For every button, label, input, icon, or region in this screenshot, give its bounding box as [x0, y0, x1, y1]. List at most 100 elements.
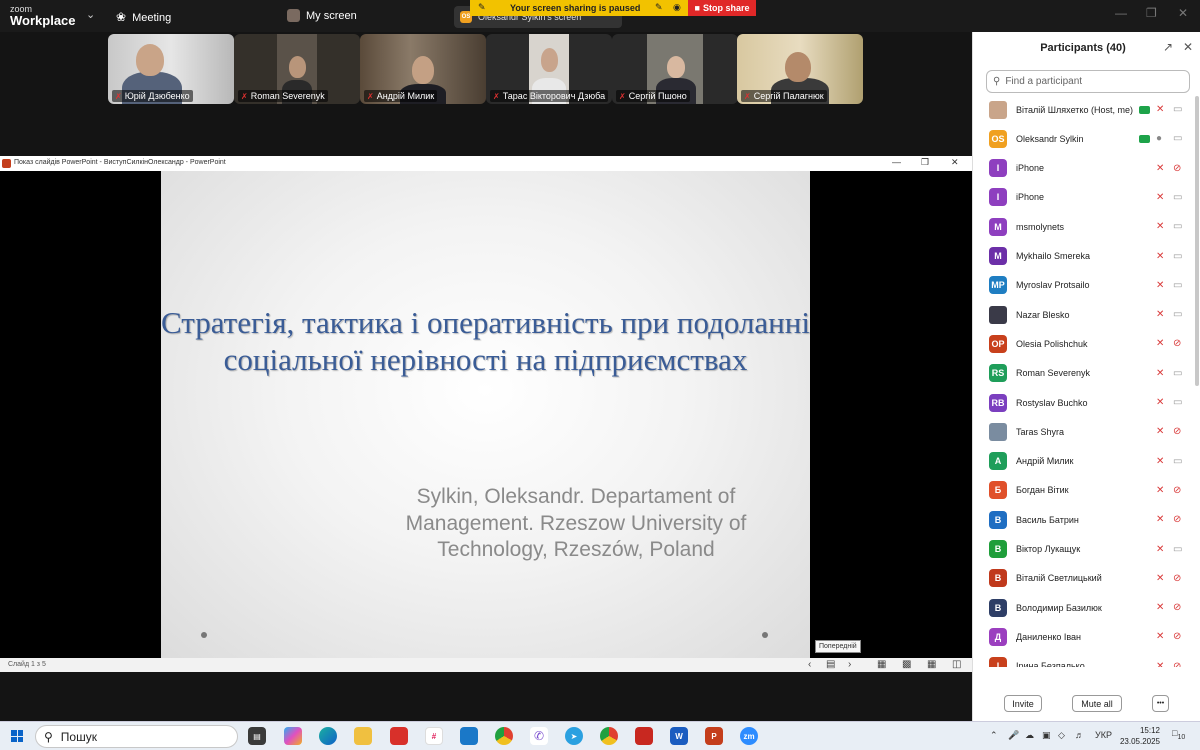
maximize-icon[interactable]: ❐ [1146, 6, 1157, 20]
participant-row[interactable]: IiPhone ✕ ▭ [973, 183, 1193, 212]
mic-off-icon[interactable]: ✕ [1156, 163, 1164, 174]
mic-off-icon[interactable]: ✕ [1156, 573, 1164, 584]
my-screen-button[interactable]: My screen [287, 9, 357, 22]
mic-off-icon[interactable]: ✕ [1156, 368, 1164, 379]
mic-icon[interactable]: ● [1156, 133, 1162, 144]
powerpoint-icon[interactable]: P [705, 727, 723, 745]
video-tile[interactable]: ✗ Roman Severenyk [234, 34, 360, 104]
mic-off-icon[interactable]: ✕ [1156, 309, 1164, 320]
invite-button[interactable]: Invite [1004, 695, 1042, 712]
participant-row[interactable]: І Ірина Безпалько ✕ ⊘ [973, 652, 1193, 667]
word-icon[interactable]: W [670, 727, 688, 745]
pop-out-icon[interactable]: ↗ [1163, 40, 1173, 54]
language-indicator[interactable]: УКР [1095, 730, 1112, 740]
more-button[interactable]: ••• [1152, 695, 1169, 712]
slack-icon[interactable]: # [425, 727, 443, 745]
chevron-down-icon[interactable]: ⌄ [86, 8, 95, 21]
next-slide-button[interactable]: › [848, 659, 851, 670]
copilot-icon[interactable] [284, 727, 302, 745]
camera-off-icon[interactable]: ⊘ [1173, 338, 1181, 349]
participant-row[interactable]: RS Roman Severenyk ✕ ▭ [973, 359, 1193, 388]
minimize-icon[interactable]: — [892, 157, 901, 167]
viber-icon[interactable]: ✆ [530, 727, 548, 745]
participant-row[interactable]: OS Oleksandr Sylkin ● ▭ [973, 124, 1193, 153]
camera-icon[interactable]: ▭ [1173, 251, 1182, 262]
participant-row[interactable]: В Віктор Лукащук ✕ ▭ [973, 535, 1193, 564]
mic-icon[interactable]: ✎ [478, 2, 486, 13]
scrollbar[interactable] [1195, 96, 1199, 386]
mic-off-icon[interactable]: ✕ [1156, 426, 1164, 437]
participant-row[interactable]: OP Olesia Polishchuk ✕ ⊘ [973, 329, 1193, 358]
app-icon[interactable] [390, 727, 408, 745]
mic-icon[interactable]: ✎ [655, 2, 663, 13]
slide-sorter-icon[interactable]: ▩ [902, 659, 911, 670]
participant-row[interactable]: В Володимир Базилюк ✕ ⊘ [973, 593, 1193, 622]
participant-row[interactable]: MP Myroslav Protsailo ✕ ▭ [973, 271, 1193, 300]
camera-off-icon[interactable]: ⊘ [1173, 631, 1181, 642]
participant-row[interactable]: RB Rostyslav Buchko ✕ ▭ [973, 388, 1193, 417]
slide-menu-icon[interactable]: ▤ [826, 659, 835, 670]
mic-off-icon[interactable]: ✕ [1156, 661, 1164, 667]
video-tile[interactable]: ✗ Юрій Дзюбенко [108, 34, 234, 104]
network-icon[interactable]: ◇ [1058, 730, 1065, 741]
camera-icon[interactable]: ▭ [1173, 368, 1182, 379]
participant-row[interactable]: Б Богдан Вітик ✕ ⊘ [973, 476, 1193, 505]
camera-off-icon[interactable]: ⊘ [1173, 485, 1181, 496]
camera-icon[interactable]: ▭ [1173, 221, 1182, 232]
camera-off-icon[interactable]: ⊘ [1173, 573, 1181, 584]
chrome-icon[interactable] [600, 727, 618, 745]
edge-icon[interactable] [319, 727, 337, 745]
normal-view-icon[interactable]: ▦ [877, 659, 886, 670]
telegram-icon[interactable]: ➤ [565, 727, 583, 745]
participant-row[interactable]: Д Даниленко Іван ✕ ⊘ [973, 622, 1193, 651]
camera-icon[interactable]: ▭ [1173, 280, 1182, 291]
participant-row[interactable]: Віталій Шляхетко (Host, me) ✕ ▭ [973, 95, 1193, 124]
mic-off-icon[interactable]: ✕ [1156, 514, 1164, 525]
microphone-icon[interactable]: 🎤 [1008, 730, 1019, 741]
mic-off-icon[interactable]: ✕ [1156, 104, 1164, 115]
mute-all-button[interactable]: Mute all [1072, 695, 1122, 712]
windows-start-icon[interactable] [11, 730, 23, 742]
zoom-icon[interactable]: zm [740, 727, 758, 745]
participant-row[interactable]: Mmsmolynets ✕ ▭ [973, 212, 1193, 241]
mic-off-icon[interactable]: ✕ [1156, 221, 1164, 232]
mic-off-icon[interactable]: ✕ [1156, 631, 1164, 642]
camera-off-icon[interactable]: ⊘ [1173, 602, 1181, 613]
participant-row[interactable]: А Андрій Милик ✕ ▭ [973, 447, 1193, 476]
mic-off-icon[interactable]: ✕ [1156, 251, 1164, 262]
participant-row[interactable]: Nazar Blesko ✕ ▭ [973, 300, 1193, 329]
mic-off-icon[interactable]: ✕ [1156, 456, 1164, 467]
camera-icon[interactable]: ▭ [1173, 104, 1182, 115]
mic-off-icon[interactable]: ✕ [1156, 338, 1164, 349]
close-icon[interactable]: ✕ [1183, 40, 1193, 54]
video-tile[interactable]: ✗ Сергій Палагнюк [737, 34, 863, 104]
clock[interactable]: 15:12 23.05.2025 [1118, 725, 1160, 747]
camera-off-icon[interactable]: ⊘ [1173, 163, 1181, 174]
video-tile[interactable]: ✗ Андрій Милик [360, 34, 486, 104]
participant-row[interactable]: В Василь Батрин ✕ ⊘ [973, 505, 1193, 534]
camera-icon[interactable]: ▭ [1173, 544, 1182, 555]
camera-off-icon[interactable]: ⊘ [1173, 514, 1181, 525]
previous-slide-button[interactable]: ‹ [808, 659, 811, 670]
slideshow-view-icon[interactable]: ◫ [952, 659, 961, 670]
monitor-icon[interactable]: ▣ [1042, 730, 1051, 741]
mic-off-icon[interactable]: ✕ [1156, 544, 1164, 555]
video-tile[interactable]: ✗ Сергій Пшоно [612, 34, 738, 104]
camera-icon[interactable]: ▭ [1173, 309, 1182, 320]
camera-off-icon[interactable]: ⊘ [1173, 426, 1181, 437]
volume-icon[interactable]: ♬ [1075, 730, 1084, 740]
taskbar-search[interactable]: ⚲ Пошук [35, 725, 238, 748]
camera-off-icon[interactable]: ⊘ [1173, 661, 1181, 667]
minimize-icon[interactable]: — [1115, 6, 1127, 20]
video-tile[interactable]: ✗ Тарас Вікторович Дзюба [486, 34, 612, 104]
mic-off-icon[interactable]: ✕ [1156, 280, 1164, 291]
close-icon[interactable]: ✕ [1178, 6, 1188, 20]
camera-icon[interactable]: ▭ [1173, 192, 1182, 203]
participant-row[interactable]: Taras Shyra ✕ ⊘ [973, 417, 1193, 446]
camera-icon[interactable]: ▭ [1173, 456, 1182, 467]
reading-view-icon[interactable]: ▦ [927, 659, 936, 670]
mic-off-icon[interactable]: ✕ [1156, 397, 1164, 408]
app-icon[interactable] [635, 727, 653, 745]
mic-off-icon[interactable]: ✕ [1156, 602, 1164, 613]
app-icon[interactable] [460, 727, 478, 745]
